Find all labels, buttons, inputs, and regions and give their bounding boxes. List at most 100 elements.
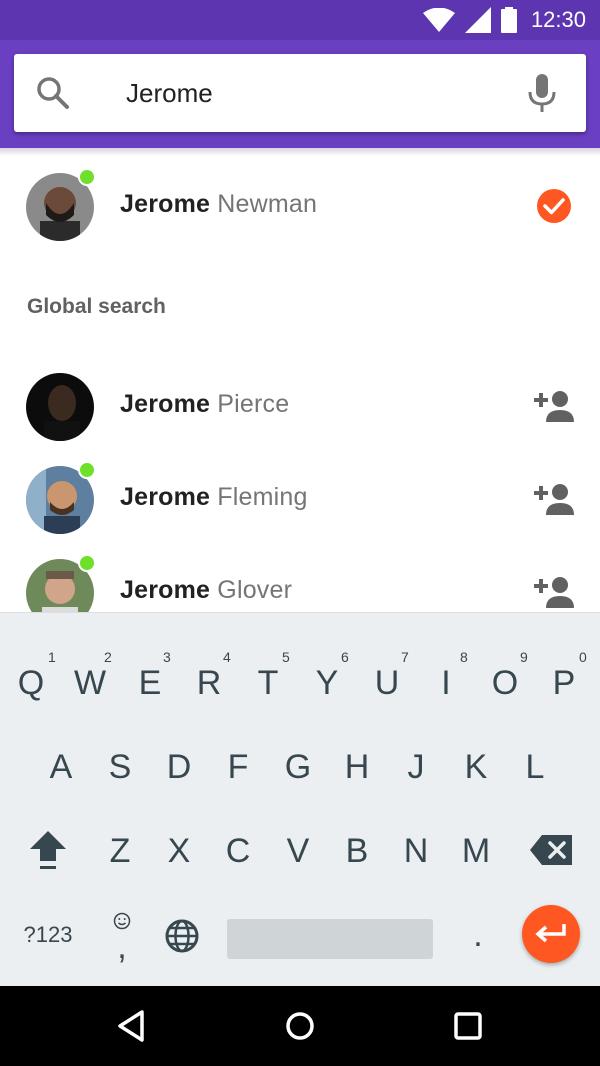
key-hint-number: 2 [104, 649, 112, 665]
add-person-icon[interactable] [534, 483, 576, 515]
key-hint-number: 7 [401, 649, 409, 665]
search-box[interactable] [14, 54, 586, 132]
key-label: F [227, 748, 249, 786]
contact-last-name: Fleming [217, 483, 308, 511]
globe-icon [165, 919, 199, 953]
contact-first-name: Jerome [120, 483, 211, 511]
key-m[interactable]: M [446, 811, 506, 891]
search-input[interactable] [126, 72, 506, 114]
key-s[interactable]: S [90, 727, 150, 807]
key-label: A [49, 748, 73, 786]
contact-first-name: Jerome [120, 190, 211, 218]
battery-icon [500, 7, 517, 33]
wifi-icon [422, 8, 455, 32]
contact-first-name: Jerome [120, 576, 211, 604]
key-label: X [167, 832, 191, 870]
key-h[interactable]: H [327, 727, 387, 807]
key-label: V [286, 832, 310, 870]
contact-row-top-result[interactable]: Jerome Newman [0, 166, 600, 246]
shift-icon [30, 831, 66, 869]
add-person-icon[interactable] [534, 390, 576, 422]
key-label: S [108, 748, 132, 786]
period-key[interactable]: . [448, 895, 508, 975]
contact-row[interactable]: Jerome Pierce [0, 366, 600, 446]
contact-row[interactable]: Jerome Fleming [0, 459, 600, 539]
add-person-icon[interactable] [534, 576, 576, 608]
key-label: N [403, 832, 429, 870]
key-label: L [525, 748, 545, 786]
backspace-key[interactable] [521, 811, 581, 891]
key-label: M [461, 832, 491, 870]
contact-last-name: Pierce [217, 390, 290, 418]
spacebar-key[interactable] [227, 919, 433, 959]
key-g[interactable]: G [268, 727, 328, 807]
contact-name: Jerome Newman [120, 190, 317, 219]
keyboard: Q W E R T Y U I O P 1 2 3 4 5 6 7 8 9 0 … [0, 612, 600, 987]
key-f[interactable]: F [208, 727, 268, 807]
key-j[interactable]: J [386, 727, 446, 807]
check-circle-icon[interactable] [536, 188, 572, 224]
key-label: I [441, 664, 451, 702]
key-l[interactable]: L [505, 727, 565, 807]
signal-icon [464, 7, 491, 33]
key-b[interactable]: B [327, 811, 387, 891]
status-bar: 12:30 [0, 0, 600, 40]
results-list: Jerome Newman Global search Jerome Pierc… [0, 150, 600, 612]
home-icon[interactable] [280, 1006, 320, 1046]
key-x[interactable]: X [149, 811, 209, 891]
key-e[interactable]: E [120, 643, 180, 723]
key-label: , [117, 928, 127, 966]
enter-key[interactable] [522, 905, 580, 963]
key-n[interactable]: N [386, 811, 446, 891]
key-label: ?123 [23, 922, 73, 947]
avatar [26, 373, 94, 441]
backspace-icon [530, 835, 572, 865]
key-label: D [166, 748, 192, 786]
key-label: U [374, 664, 400, 702]
key-label: H [344, 748, 370, 786]
nav-bar [0, 986, 600, 1066]
recents-icon[interactable] [448, 1006, 488, 1046]
key-hint-number: 1 [48, 649, 56, 665]
key-d[interactable]: D [149, 727, 209, 807]
back-icon[interactable] [112, 1006, 152, 1046]
language-key[interactable] [152, 895, 212, 975]
contact-first-name: Jerome [120, 390, 211, 418]
online-status-dot [78, 168, 96, 186]
key-c[interactable]: C [208, 811, 268, 891]
key-hint-number: 6 [341, 649, 349, 665]
key-label: C [225, 832, 251, 870]
section-label-global-search: Global search [27, 295, 166, 318]
search-icon[interactable] [36, 76, 70, 110]
key-k[interactable]: K [446, 727, 506, 807]
key-label: W [73, 664, 107, 702]
symbols-key[interactable]: ?123 [16, 895, 80, 975]
key-z[interactable]: Z [90, 811, 150, 891]
mic-icon[interactable] [528, 74, 556, 112]
enter-icon [535, 924, 566, 943]
contact-name: Jerome Pierce [120, 390, 289, 419]
key-hint-number: 0 [579, 649, 587, 665]
key-label: R [196, 664, 222, 702]
status-time: 12:30 [530, 7, 586, 32]
key-hint-number: 3 [163, 649, 171, 665]
contact-name: Jerome Glover [120, 576, 292, 605]
comma-key[interactable]: , [92, 895, 152, 975]
shift-key[interactable] [18, 811, 78, 891]
key-label: G [284, 748, 312, 786]
key-label: Y [315, 664, 339, 702]
contact-last-name: Newman [217, 190, 318, 218]
key-label: P [552, 664, 576, 702]
contact-row[interactable]: Jerome Glover [0, 552, 600, 612]
key-hint-number: 8 [460, 649, 468, 665]
contact-last-name: Glover [217, 576, 293, 604]
key-label: . [473, 916, 483, 954]
key-label: B [345, 832, 369, 870]
key-a[interactable]: A [31, 727, 91, 807]
key-hint-number: 4 [223, 649, 231, 665]
key-label: Q [17, 664, 45, 702]
key-v[interactable]: V [268, 811, 328, 891]
key-label: E [138, 664, 162, 702]
contact-name: Jerome Fleming [120, 483, 308, 512]
key-label: O [491, 664, 519, 702]
